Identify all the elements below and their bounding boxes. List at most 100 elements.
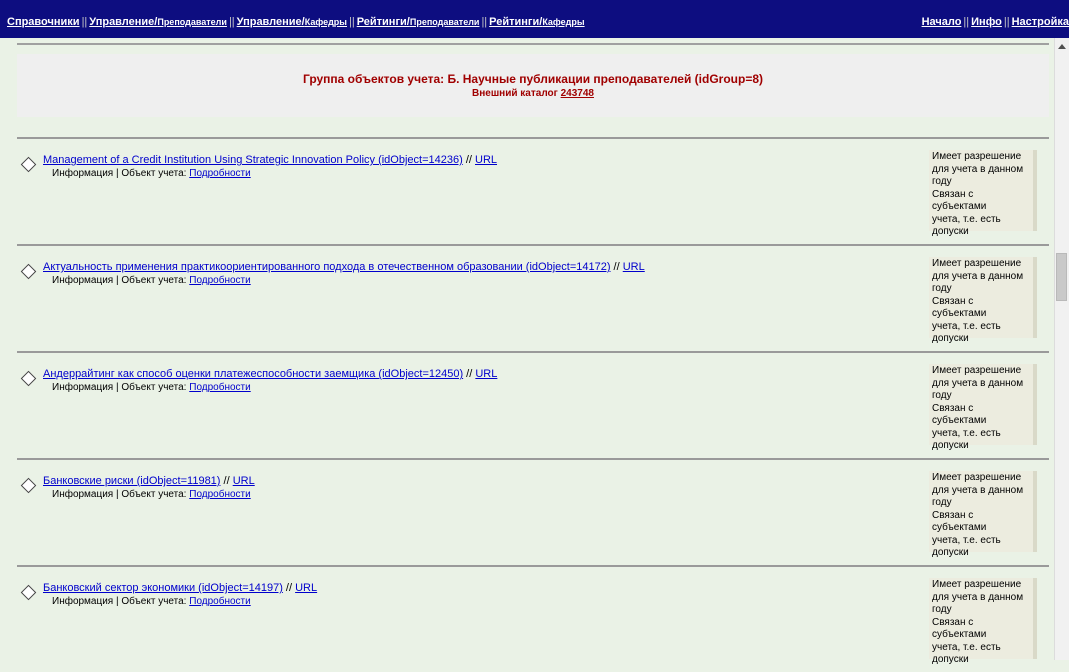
status-line: для учета в данном: [932, 163, 1024, 175]
item-info-line: Информация | Объект учета: Подробности: [52, 382, 251, 393]
item-separator: //: [282, 582, 296, 594]
status-box: Имеет разрешение для учета в данном году…: [929, 257, 1037, 344]
status-line: Связан с субъектами: [932, 402, 987, 427]
nav-link-management-teachers[interactable]: Управление/Преподаватели: [89, 16, 227, 28]
status-line: допуски: [932, 547, 969, 558]
item-info-line: Информация | Объект учета: Подробности: [52, 275, 251, 286]
item-info-text: Информация | Объект учета:: [52, 596, 187, 607]
status-line: Связан с субъектами: [932, 509, 987, 534]
item-title-link[interactable]: Банковские риски (idObject=11981): [43, 475, 220, 487]
status-line: Имеет разрешение: [932, 258, 1022, 269]
status-line: Связан с субъектами: [932, 295, 987, 320]
diamond-icon: [20, 584, 37, 601]
list-item: Актуальность применения практикоориентир…: [17, 246, 1049, 351]
group-title: Группа объектов учета: Б. Научные публик…: [302, 72, 764, 86]
item-info-text: Информация | Объект учета:: [52, 489, 187, 500]
catalog-link[interactable]: 243748: [561, 88, 594, 99]
status-line: учета, т.е. есть: [932, 534, 1001, 546]
status-line: допуски: [932, 654, 969, 665]
status-line: для учета в данном: [932, 270, 1024, 282]
catalog-label: Внешний каталог: [472, 88, 558, 99]
group-header: Группа объектов учета: Б. Научные публик…: [17, 54, 1049, 117]
status-line: году: [932, 176, 952, 187]
status-line: году: [932, 283, 952, 294]
status-line: году: [932, 604, 952, 615]
item-title-link[interactable]: Management of a Credit Institution Using…: [43, 154, 463, 166]
nav-separator: ||: [1003, 16, 1010, 28]
item-separator: //: [463, 368, 476, 380]
item-info-line: Информация | Объект учета: Подробности: [52, 168, 251, 179]
nav-link-directories[interactable]: Справочники: [7, 16, 80, 28]
status-box: Имеет разрешение для учета в данном году…: [929, 364, 1037, 451]
nav-link-management-departments[interactable]: Управление/Кафедры: [237, 16, 347, 28]
item-details-link[interactable]: Подробности: [189, 489, 250, 500]
diamond-icon: [20, 370, 37, 387]
status-line: учета, т.е. есть: [932, 213, 1001, 225]
item-title-line: Банковский сектор экономики (idObject=14…: [43, 582, 317, 594]
status-line: допуски: [932, 226, 969, 237]
item-title-line: Андеррайтинг как способ оценки платежесп…: [43, 368, 497, 380]
status-box: Имеет разрешение для учета в данном году…: [929, 578, 1037, 665]
top-navigation-bar: Справочники || Управление/Преподаватели || У…: [0, 0, 1069, 38]
item-details-link[interactable]: Подробности: [189, 596, 250, 607]
status-line: Имеет разрешение: [932, 579, 1022, 590]
main-content: Группа объектов учета: Б. Научные публик…: [17, 38, 1049, 672]
item-url-link[interactable]: URL: [475, 368, 497, 380]
status-line: году: [932, 390, 952, 401]
item-url-link[interactable]: URL: [233, 475, 255, 487]
status-line: Имеет разрешение: [932, 365, 1022, 376]
list-item: Банковские риски (idObject=11981) // URL…: [17, 460, 1049, 565]
list-item: Management of a Credit Institution Using…: [17, 139, 1049, 244]
item-title-line: Management of a Credit Institution Using…: [43, 154, 497, 166]
status-line: допуски: [932, 440, 969, 451]
item-url-link[interactable]: URL: [475, 154, 497, 166]
status-line: Имеет разрешение: [932, 472, 1022, 483]
status-line: учета, т.е. есть: [932, 641, 1001, 653]
status-line: допуски: [932, 333, 969, 344]
nav-link-ratings-teachers[interactable]: Рейтинги/Преподаватели: [357, 16, 480, 28]
item-title-link[interactable]: Банковский сектор экономики (idObject=14…: [43, 582, 283, 594]
item-url-link[interactable]: URL: [623, 261, 645, 273]
item-info-text: Информация | Объект учета:: [52, 275, 187, 286]
nav-link-info[interactable]: Инфо: [971, 16, 1002, 28]
diamond-icon: [20, 156, 37, 173]
diamond-icon: [20, 263, 37, 280]
nav-left: Справочники || Управление/Преподаватели || У…: [7, 16, 585, 28]
scroll-thumb[interactable]: [1056, 253, 1067, 301]
diamond-icon: [20, 477, 37, 494]
nav-right: Начало || Инфо || Настройка: [922, 16, 1069, 28]
status-box: Имеет разрешение для учета в данном году…: [929, 471, 1037, 558]
item-info-line: Информация | Объект учета: Подробности: [52, 596, 251, 607]
nav-separator: ||: [481, 16, 488, 28]
item-title-line: Банковские риски (idObject=11981) // URL: [43, 475, 255, 487]
item-title-line: Актуальность применения практикоориентир…: [43, 261, 645, 273]
item-title-link[interactable]: Актуальность применения практикоориентир…: [43, 261, 611, 273]
nav-separator: ||: [963, 16, 970, 28]
divider: [17, 43, 1049, 45]
vertical-scrollbar[interactable]: [1054, 38, 1069, 660]
item-details-link[interactable]: Подробности: [189, 382, 250, 393]
item-details-link[interactable]: Подробности: [189, 168, 250, 179]
status-line: Имеет разрешение: [932, 151, 1022, 162]
nav-link-ratings-departments[interactable]: Рейтинги/Кафедры: [489, 16, 584, 28]
item-title-link[interactable]: Андеррайтинг как способ оценки платежесп…: [43, 368, 463, 380]
list-item: Андеррайтинг как способ оценки платежесп…: [17, 353, 1049, 458]
nav-link-settings[interactable]: Настройка: [1012, 16, 1069, 28]
item-info-text: Информация | Объект учета:: [52, 168, 187, 179]
status-box: Имеет разрешение для учета в данном году…: [929, 150, 1037, 237]
item-separator: //: [610, 261, 623, 273]
status-line: Связан с субъектами: [932, 188, 987, 213]
item-url-link[interactable]: URL: [295, 582, 317, 594]
nav-link-home[interactable]: Начало: [922, 16, 962, 28]
status-line: для учета в данном: [932, 377, 1024, 389]
item-separator: //: [462, 154, 475, 166]
status-line: Связан с субъектами: [932, 616, 987, 641]
scroll-up-arrow-icon[interactable]: [1058, 44, 1066, 49]
nav-separator: ||: [228, 16, 235, 28]
item-info-text: Информация | Объект учета:: [52, 382, 187, 393]
item-details-link[interactable]: Подробности: [189, 275, 250, 286]
status-line: учета, т.е. есть: [932, 427, 1001, 439]
status-line: учета, т.е. есть: [932, 320, 1001, 332]
status-line: для учета в данном: [932, 484, 1024, 496]
item-separator: //: [220, 475, 233, 487]
